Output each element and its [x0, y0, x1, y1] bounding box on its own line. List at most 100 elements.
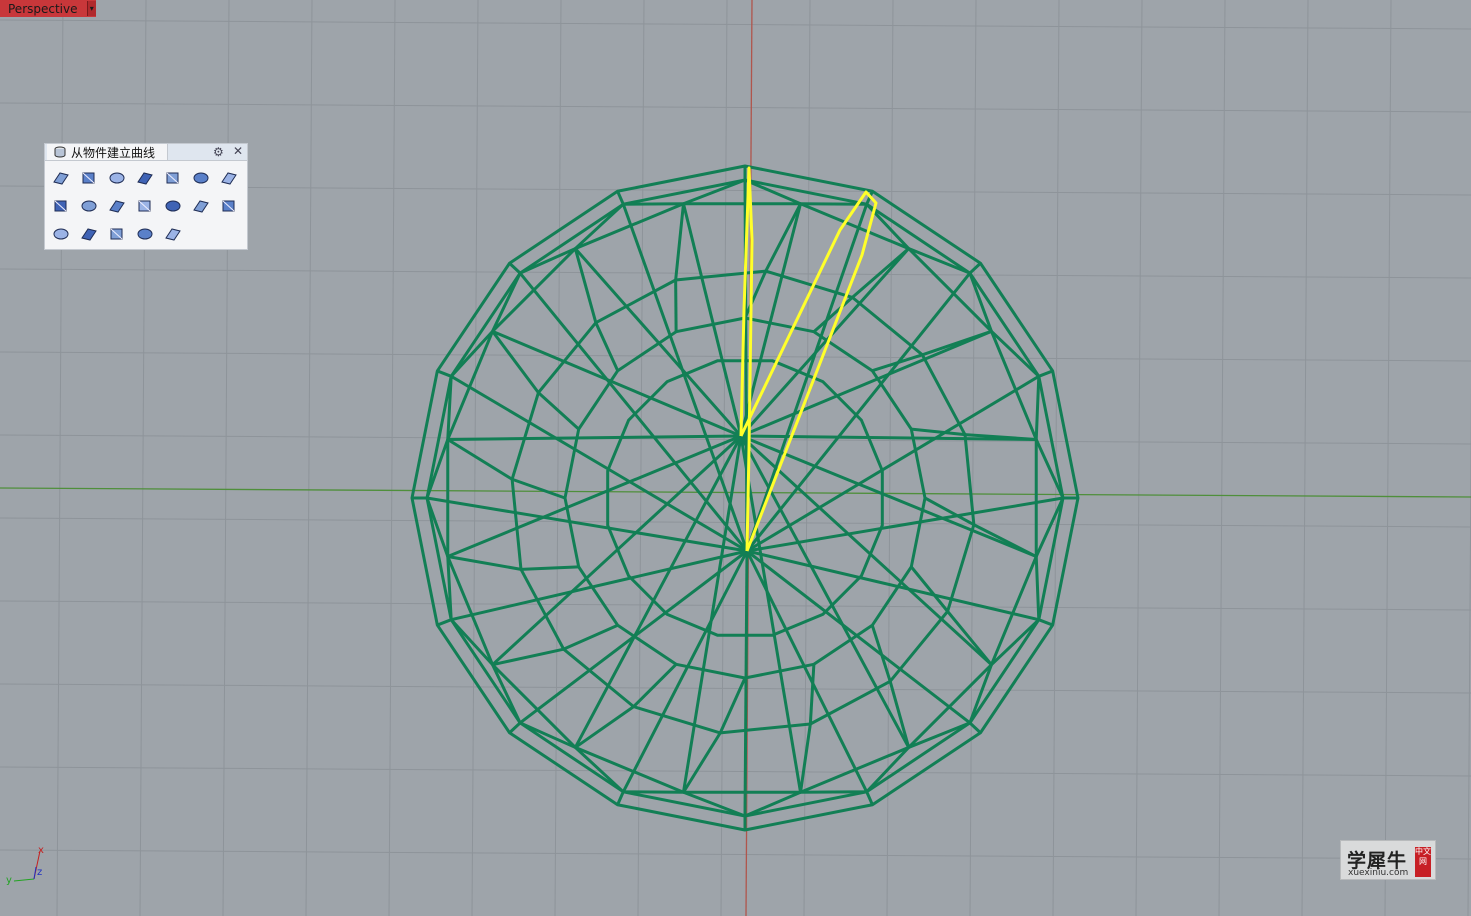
viewport-menu-arrow-icon[interactable]: ▾	[86, 1, 96, 16]
gear-icon[interactable]: ⚙	[213, 145, 224, 159]
grid-line	[969, 0, 977, 916]
project-curve-icon	[137, 172, 153, 185]
toolbar-header: 从物件建立曲线 ⚙ ✕	[45, 144, 247, 161]
toolbar-button-object-properties[interactable]	[75, 220, 103, 248]
object-properties-icon	[81, 228, 97, 241]
grid-line	[1218, 0, 1226, 916]
duplicate-face-border-icon	[166, 172, 179, 184]
wire-edge	[616, 190, 625, 205]
grid-line	[1384, 0, 1392, 916]
extract-points-icon	[222, 200, 235, 212]
intersection-icon	[165, 200, 181, 212]
toolbar-button-curve-network[interactable]	[103, 220, 131, 248]
toolbar-button-extract-points[interactable]	[215, 192, 243, 220]
grid-line	[56, 0, 64, 916]
wire-edge	[492, 647, 564, 667]
extract-render-mesh-icon	[165, 228, 181, 241]
construction-grid	[0, 0, 1471, 916]
grid-line	[0, 849, 1471, 860]
watermark-logo: 学犀牛 xuexiniu.com 中文网	[1340, 840, 1436, 880]
grid-line	[0, 766, 1471, 777]
curve-from-object-toolbar: 从物件建立曲线 ⚙ ✕	[44, 143, 248, 250]
wire-spoke	[743, 550, 749, 817]
perspective-viewport[interactable]	[0, 0, 1471, 916]
wire-edge	[968, 262, 982, 275]
curve-from-object-icon	[54, 146, 66, 158]
grid-line	[554, 0, 562, 916]
wire-edge	[446, 438, 513, 481]
viewport-title-tab[interactable]: Perspective ▾	[0, 0, 96, 17]
wire-edge	[436, 618, 452, 627]
toolbar-button-duplicate-edge[interactable]	[47, 164, 75, 192]
toolbar-button-pull-curve[interactable]	[187, 164, 215, 192]
duplicate-border-icon	[82, 172, 95, 184]
grid-line	[803, 0, 811, 916]
wire-edge	[1038, 618, 1054, 627]
axis-label-y: y	[6, 875, 12, 886]
wire-edge	[674, 203, 685, 281]
wire-edge	[911, 427, 966, 437]
curve-network-icon	[110, 228, 123, 240]
pull-curve-icon	[193, 172, 209, 184]
wire-edge	[682, 178, 802, 206]
toolbar-button-extract-wireframe[interactable]	[47, 192, 75, 220]
wire-edge	[888, 680, 911, 748]
toolbar-button-silhouette[interactable]	[75, 192, 103, 220]
toolbar-button-extract-isocurve[interactable]	[215, 164, 243, 192]
wire-edge	[616, 791, 625, 806]
toolbar-button-project-curve[interactable]	[131, 164, 159, 192]
extract-wireframe-icon	[54, 200, 67, 212]
wire-edge	[563, 623, 619, 651]
wire-edge	[520, 565, 579, 571]
curvature-graph-icon	[193, 200, 209, 213]
toolbar-button-extract-render-mesh[interactable]	[159, 220, 187, 248]
wire-edge	[718, 677, 747, 734]
wire-edge	[436, 369, 452, 378]
grid-line	[305, 0, 313, 916]
wire-edge	[808, 664, 816, 725]
grid-line	[139, 0, 147, 916]
wire-edge	[910, 565, 949, 613]
wire-edge	[511, 477, 566, 500]
wire-spoke	[740, 329, 993, 438]
toolbar-button-intersection[interactable]	[159, 192, 187, 220]
wire-edge	[865, 791, 874, 806]
toolbar-button-grid	[47, 164, 243, 248]
grid-line	[0, 102, 1471, 113]
toolbar-button-duplicate-face-border[interactable]	[159, 164, 187, 192]
toolbar-button-curvature-graph[interactable]	[187, 192, 215, 220]
close-icon[interactable]: ✕	[233, 144, 243, 158]
wire-edge	[764, 203, 802, 272]
x-axis-line	[0, 487, 1471, 498]
wire-edge	[574, 705, 635, 749]
wire-edge	[447, 555, 522, 571]
grid-line	[222, 0, 230, 916]
viewport-name[interactable]: Perspective	[0, 2, 78, 16]
world-axes-icon: x y z	[6, 845, 44, 886]
toolbar-button-point-cloud[interactable]	[47, 220, 75, 248]
mesh-outline-icon	[137, 228, 153, 240]
watermark-url: xuexiniu.com	[1348, 868, 1409, 878]
wire-edge	[508, 721, 522, 734]
toolbar-button-create-uv-curves[interactable]	[103, 164, 131, 192]
axis-label-x: x	[38, 845, 44, 856]
toolbar-button-duplicate-border[interactable]	[75, 164, 103, 192]
grid-line	[0, 600, 1471, 611]
toolbar-button-section[interactable]	[131, 192, 159, 220]
section-icon	[138, 200, 151, 212]
watermark-badge: 中文网	[1415, 847, 1431, 877]
toolbar-button-contour[interactable]	[103, 192, 131, 220]
wire-edge	[743, 270, 768, 319]
wire-edge	[1038, 369, 1054, 378]
toolbar-button-mesh-outline[interactable]	[131, 220, 159, 248]
axis-label-z: z	[37, 867, 42, 878]
grid-line	[637, 0, 645, 916]
point-cloud-icon	[53, 228, 69, 240]
toolbar-title: 从物件建立曲线	[71, 145, 156, 160]
toolbar-tab[interactable]: 从物件建立曲线	[47, 144, 168, 160]
duplicate-edge-icon	[53, 172, 69, 185]
grid-line	[1301, 0, 1309, 916]
contour-icon	[109, 200, 125, 213]
silhouette-icon	[81, 200, 97, 212]
create-uv-curves-icon	[109, 172, 125, 184]
